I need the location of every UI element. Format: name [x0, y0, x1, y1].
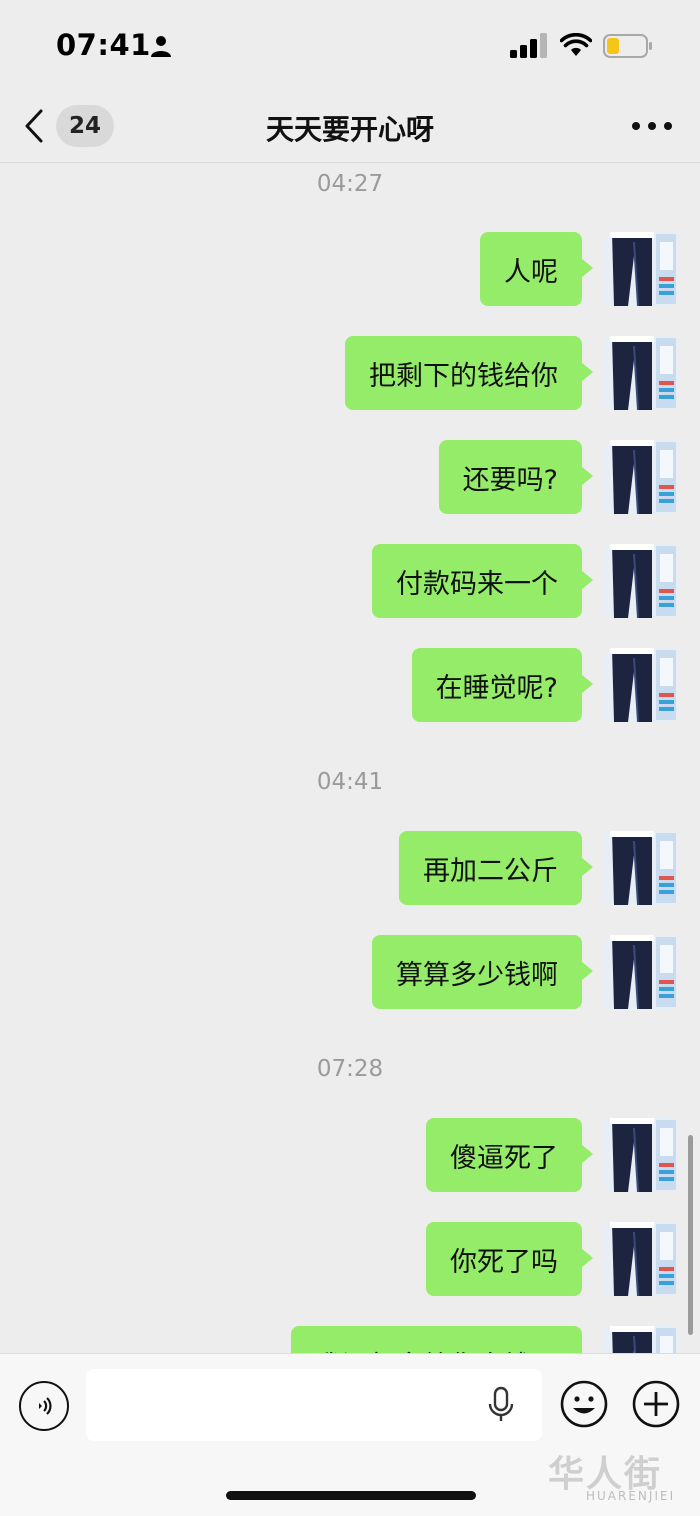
- message-timestamp: 04:27: [316, 171, 384, 197]
- avatar[interactable]: [604, 1222, 678, 1296]
- more-options-button[interactable]: [632, 112, 672, 140]
- chevron-left-icon: [25, 109, 43, 143]
- sent-message-bubble[interactable]: 把剩下的钱给你: [345, 336, 593, 410]
- person-icon: [151, 36, 171, 57]
- battery-low-icon: [603, 34, 652, 58]
- message-row: 付款码来一个: [0, 544, 700, 618]
- voice-icon: [39, 1397, 52, 1415]
- message-row: 还要吗?: [0, 440, 700, 514]
- message-row: 再加二公斤: [0, 831, 700, 905]
- watermark: 华人街 HUARENJIEI: [548, 1445, 698, 1507]
- sent-message-bubble[interactable]: 付款码来一个: [372, 544, 593, 618]
- message-row: 傻逼死了: [0, 1118, 700, 1192]
- home-indicator[interactable]: [226, 1491, 476, 1500]
- message-timestamp: 04:41: [316, 769, 384, 795]
- back-button[interactable]: 24: [22, 104, 122, 148]
- sent-message-bubble[interactable]: 你死了吗: [426, 1222, 593, 1296]
- microphone-icon[interactable]: [486, 1386, 516, 1424]
- avatar[interactable]: [604, 232, 678, 306]
- message-row: 算算多少钱啊: [0, 935, 700, 1009]
- avatar[interactable]: [604, 831, 678, 905]
- cellular-signal-icon: [510, 33, 547, 58]
- sent-message-bubble[interactable]: 再加二公斤: [399, 831, 593, 905]
- status-bar: 07:41: [0, 0, 700, 90]
- unread-count-badge: 24: [56, 105, 114, 147]
- avatar[interactable]: [604, 648, 678, 722]
- message-row: 我还想多给你点钱呢: [0, 1326, 700, 1353]
- avatar[interactable]: [604, 440, 678, 514]
- avatar[interactable]: [604, 544, 678, 618]
- emoji-icon[interactable]: [560, 1380, 608, 1428]
- sent-message-bubble[interactable]: 人呢: [480, 232, 593, 306]
- wifi-icon: [560, 33, 592, 56]
- sent-message-bubble[interactable]: 算算多少钱啊: [372, 935, 593, 1009]
- sent-message-bubble[interactable]: 还要吗?: [438, 440, 594, 514]
- sent-message-bubble[interactable]: 在睡觉呢?: [411, 648, 594, 722]
- sent-message-bubble[interactable]: 傻逼死了: [426, 1118, 593, 1192]
- sent-message-bubble[interactable]: 我还想多给你点钱呢: [291, 1326, 593, 1353]
- avatar[interactable]: [604, 1118, 678, 1192]
- message-list[interactable]: 04:27 人呢 把剩下的钱给你 还要吗? 付款码来一个 在睡觉呢? 04:41…: [0, 163, 700, 1353]
- message-row: 你死了吗: [0, 1222, 700, 1296]
- voice-button[interactable]: [19, 1381, 69, 1431]
- status-time: 07:41: [56, 28, 151, 62]
- watermark-latin: HUARENJIEI: [586, 1489, 676, 1503]
- message-timestamp: 07:28: [316, 1056, 384, 1082]
- more-dots-icon: [632, 122, 640, 130]
- plus-icon[interactable]: [632, 1380, 680, 1428]
- message-row: 把剩下的钱给你: [0, 336, 700, 410]
- chat-title: 天天要开心呀: [265, 113, 434, 146]
- message-input[interactable]: [86, 1369, 542, 1441]
- chat-header: 24 天天要开心呀: [0, 90, 700, 163]
- message-row: 在睡觉呢?: [0, 648, 700, 722]
- scrollbar[interactable]: [688, 1135, 693, 1335]
- avatar[interactable]: [604, 1326, 678, 1353]
- avatar[interactable]: [604, 336, 678, 410]
- message-row: 人呢: [0, 232, 700, 306]
- avatar[interactable]: [604, 935, 678, 1009]
